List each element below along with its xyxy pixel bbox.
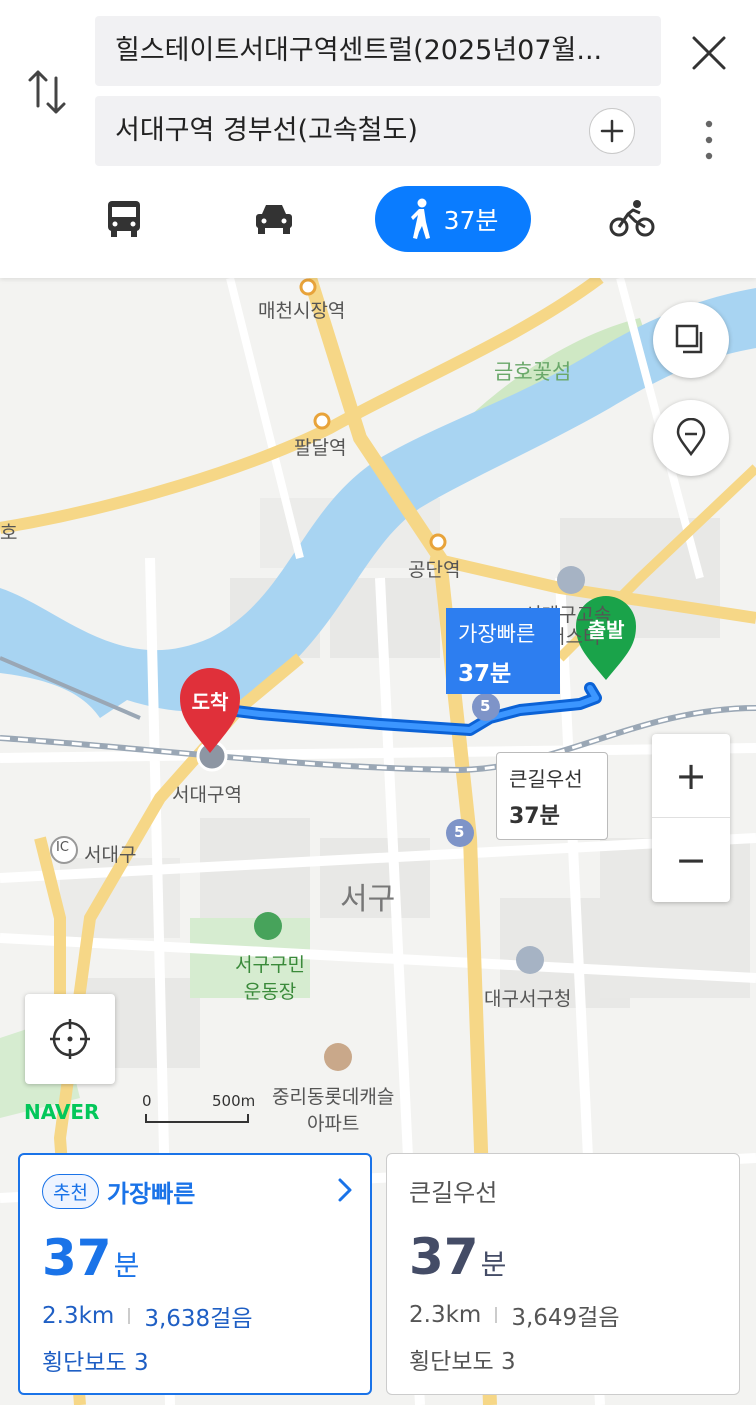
route-distance: 2.3km: [42, 1303, 115, 1329]
scale-zero: 0: [142, 1092, 152, 1110]
close-button[interactable]: [688, 32, 730, 74]
bicycle-icon: [609, 200, 655, 237]
chevron-right-icon[interactable]: [336, 1177, 354, 1207]
route-card-main-road[interactable]: 큰길우선 37 분 2.3km 3,649걸음 횡단보도 3: [386, 1153, 740, 1395]
my-location-button[interactable]: [25, 994, 115, 1084]
fastest-bubble-time: 37분: [458, 661, 512, 687]
map-label-geumho: 금호꽃섬: [494, 360, 572, 384]
map-label-maecheon: 매천시장역: [258, 300, 346, 322]
add-waypoint-button[interactable]: [589, 108, 635, 154]
route-duration-unit: 분: [480, 1248, 507, 1281]
route-5-badge-2: 5: [454, 823, 465, 841]
map-label-ic: IC: [56, 840, 69, 855]
zoom-controls: + −: [652, 734, 730, 902]
route-card-header: 추천 가장빠른: [42, 1171, 348, 1211]
layers-icon: [675, 324, 703, 354]
plus-icon: [600, 119, 624, 143]
map-label-ho: 호: [0, 522, 18, 544]
tab-transit[interactable]: [96, 186, 152, 252]
route-duration-number: 37: [409, 1228, 479, 1286]
location-pin-icon: [676, 418, 706, 457]
zoom-out-button[interactable]: −: [652, 818, 730, 902]
bus-icon: [108, 201, 140, 237]
fastest-bubble-title: 가장빠른: [458, 622, 536, 646]
map-label-gongdan: 공단역: [408, 559, 461, 581]
naver-logo: NAVER: [24, 1100, 100, 1124]
main-road-bubble-time: 37분: [509, 804, 560, 829]
map-label-apartment-line1: 중리동롯데캐슬: [272, 1086, 395, 1108]
walk-time: 37분: [443, 206, 499, 235]
map-scale: 0 500m: [140, 1092, 260, 1124]
more-vertical-icon: [705, 120, 713, 160]
map-label-paldal: 팔달역: [294, 437, 347, 459]
tab-car[interactable]: [246, 186, 302, 252]
map-label-park-line1: 서구구민: [235, 954, 305, 976]
route-stats: 2.3km 3,649걸음: [409, 1298, 717, 1332]
crosshair-icon: [50, 1019, 90, 1059]
route-crosswalks: 횡단보도 3: [409, 1349, 516, 1375]
swap-icon[interactable]: [26, 66, 68, 118]
directions-screen: 힐스테이트서대구역센트럴(2025년07월... 서대구역 경부선(고속철도): [0, 0, 756, 1405]
map-label-seodaegu-station: 서대구역: [172, 784, 242, 806]
route-card-fastest[interactable]: 추천 가장빠른 37 분 2.3km 3,638걸음 횡단보도 3: [18, 1153, 372, 1395]
stats-divider: [495, 1307, 498, 1323]
tab-walk[interactable]: 37분: [375, 186, 531, 252]
main-road-route-bubble[interactable]: 큰길우선 37분: [496, 752, 608, 840]
route-duration-number: 37: [42, 1229, 112, 1287]
route-distance: 2.3km: [409, 1302, 482, 1328]
zoom-in-button[interactable]: +: [652, 734, 730, 818]
route-steps: 3,638걸음: [144, 1306, 253, 1332]
map-label-apartment-line2: 아파트: [306, 1113, 360, 1135]
route-name: 가장빠른: [106, 1179, 196, 1208]
route-steps: 3,649걸음: [511, 1305, 620, 1331]
scale-bar-icon: [145, 1114, 249, 1123]
layers-button[interactable]: [653, 302, 729, 378]
directions-header: 힐스테이트서대구역센트럴(2025년07월... 서대구역 경부선(고속철도): [0, 0, 756, 278]
more-options-button[interactable]: [698, 118, 720, 162]
route-5-badge-1: 5: [480, 697, 491, 715]
recommended-badge: 추천: [42, 1173, 99, 1209]
route-duration: 37 분: [42, 1229, 348, 1287]
map-label-seogu: 서구: [340, 882, 396, 917]
map-label-park: 서구구민 운동장: [226, 950, 314, 1004]
transport-mode-tabs: 37분: [0, 186, 756, 252]
map-label-park-line2: 운동장: [243, 981, 297, 1003]
place-marker-button[interactable]: [653, 400, 729, 476]
route-duration: 37 분: [409, 1228, 717, 1286]
walking-person-icon: [410, 198, 430, 239]
end-pin-label: 도착: [191, 690, 229, 714]
map-label-seodaegu-ic: 서대구: [84, 844, 137, 866]
route-duration-unit: 분: [113, 1249, 140, 1282]
destination-text: 서대구역 경부선(고속철도): [115, 115, 418, 146]
route-name: 큰길우선: [409, 1178, 498, 1207]
start-pin-label: 출발: [587, 618, 625, 642]
origin-field[interactable]: 힐스테이트서대구역센트럴(2025년07월...: [95, 16, 661, 86]
route-crosswalks: 횡단보도 3: [42, 1350, 149, 1376]
fastest-route-bubble[interactable]: 가장빠른 37분: [446, 608, 560, 694]
map-label-office: 대구서구청: [484, 988, 572, 1010]
scale-distance: 500m: [212, 1092, 256, 1110]
route-card-header: 큰길우선: [409, 1170, 717, 1210]
close-icon: [692, 36, 726, 70]
tab-bicycle[interactable]: [604, 186, 660, 252]
map-label-apartment: 중리동롯데캐슬 아파트: [272, 1082, 394, 1136]
route-stats: 2.3km 3,638걸음: [42, 1299, 348, 1333]
car-icon: [256, 205, 292, 234]
destination-field[interactable]: 서대구역 경부선(고속철도): [95, 96, 661, 166]
main-road-bubble-title: 큰길우선: [509, 767, 583, 791]
stats-divider: [128, 1308, 131, 1324]
